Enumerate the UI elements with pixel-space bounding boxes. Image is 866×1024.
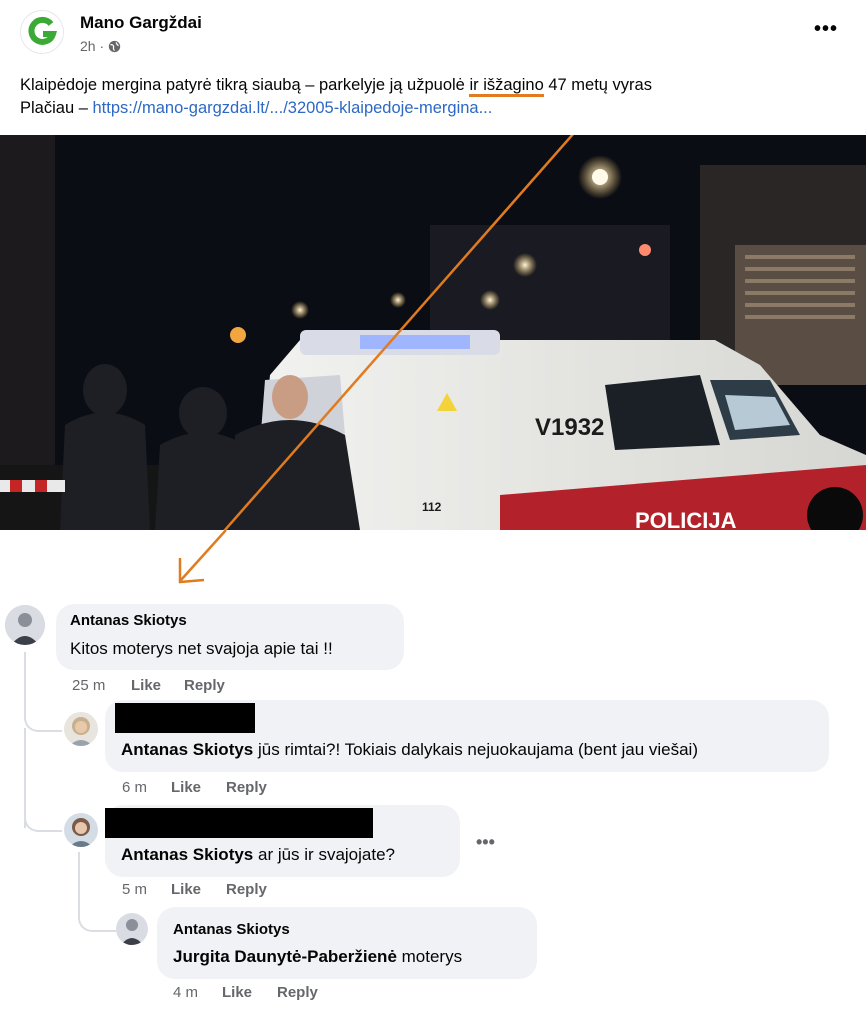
mention[interactable]: Antanas Skiotys [121,740,253,759]
reply-button[interactable]: Reply [184,677,225,694]
person-avatar-icon [5,605,45,645]
comment-time[interactable]: 6 m [122,779,171,796]
like-button[interactable]: Like [131,677,184,694]
post-photo[interactable]: V1932 112 POLICIJA [0,135,866,530]
underlined-word: išžagino [483,76,544,97]
comment-text: Kitos moterys net svajoja apie tai !! [70,639,333,658]
post-time[interactable]: 2h · [80,38,104,54]
post-text: Klaipėdoje mergina patyrė tikrą siaubą –… [20,74,850,120]
comment-text: Antanas Skiotys jūs rimtai?! Tokiais dal… [121,740,698,760]
thread-line [24,790,62,832]
mention[interactable]: Antanas Skiotys [121,845,253,864]
logo-mark-icon [21,11,63,53]
comment-time[interactable]: 5 m [122,881,171,898]
comment-text: Jurgita Daunytė-Paberžienė moterys [173,947,462,967]
like-button[interactable]: Like [222,984,277,1001]
like-button[interactable]: Like [171,881,226,898]
redacted-author [105,808,373,838]
comment-time[interactable]: 25 m [72,677,131,694]
comment-more-button[interactable]: ••• [476,832,495,853]
comment-author[interactable]: Antanas Skiotys [70,612,187,629]
comment-actions: 4 m Like Reply [173,984,318,1001]
person-avatar-icon [64,813,98,847]
article-link[interactable]: https://mano-gargzdai.lt/.../32005-klaip… [92,99,492,117]
reply-button[interactable]: Reply [277,984,318,1001]
comment-author[interactable]: Antanas Skiotys [173,921,290,938]
comment-text: Antanas Skiotys ar jūs ir svajojate? [121,845,395,865]
comment-actions: 25 m Like Reply [72,677,225,694]
post-more-button[interactable]: ••• [814,18,838,41]
person-avatar-icon [116,913,148,945]
comment-body: moterys [396,947,463,966]
redacted-author [115,703,255,733]
underlined-word: ir [469,76,479,97]
comment-body: ar jūs ir svajojate? [253,845,395,864]
comment-bubble: Antanas Skiotys ar jūs ir svajojate? [105,805,460,877]
post-text-part: 47 metų vyras [543,76,652,94]
post-meta: 2h · [80,38,121,54]
comment-actions: 5 m Like Reply [122,881,267,898]
thread-line [24,652,62,732]
reply-button[interactable]: Reply [226,779,267,796]
post-text-part: Klaipėdoje mergina patyrė tikrą siaubą –… [20,76,470,94]
police-scene-image: V1932 112 POLICIJA [0,135,866,530]
arrow-annotation [178,530,227,584]
comment-bubble: Antanas Skiotys Kitos moterys net svajoj… [56,604,404,670]
comment-bubble: Antanas Skiotys Jurgita Daunytė-Paberžie… [157,907,537,979]
globe-icon [108,40,121,52]
comment-time[interactable]: 4 m [173,984,222,1001]
comment-body: jūs rimtai?! Tokiais dalykais nejuokauja… [253,740,698,759]
avatar[interactable] [64,712,98,746]
person-avatar-icon [64,712,98,746]
avatar[interactable] [116,913,148,945]
comment-actions: 6 m Like Reply [122,779,267,796]
avatar[interactable] [5,605,45,645]
police-text: POLICIJA [635,508,737,530]
comment-bubble: Antanas Skiotys jūs rimtai?! Tokiais dal… [105,700,829,772]
van-number-text: V1932 [535,414,604,441]
page-logo[interactable] [20,10,64,54]
like-button[interactable]: Like [171,779,226,796]
phone-text: 112 [422,500,442,514]
page-name[interactable]: Mano Gargždai [80,13,202,33]
reply-button[interactable]: Reply [226,881,267,898]
avatar[interactable] [64,813,98,847]
mention[interactable]: Jurgita Daunytė-Paberžienė [173,947,397,966]
more-prefix: Plačiau – [20,99,93,117]
